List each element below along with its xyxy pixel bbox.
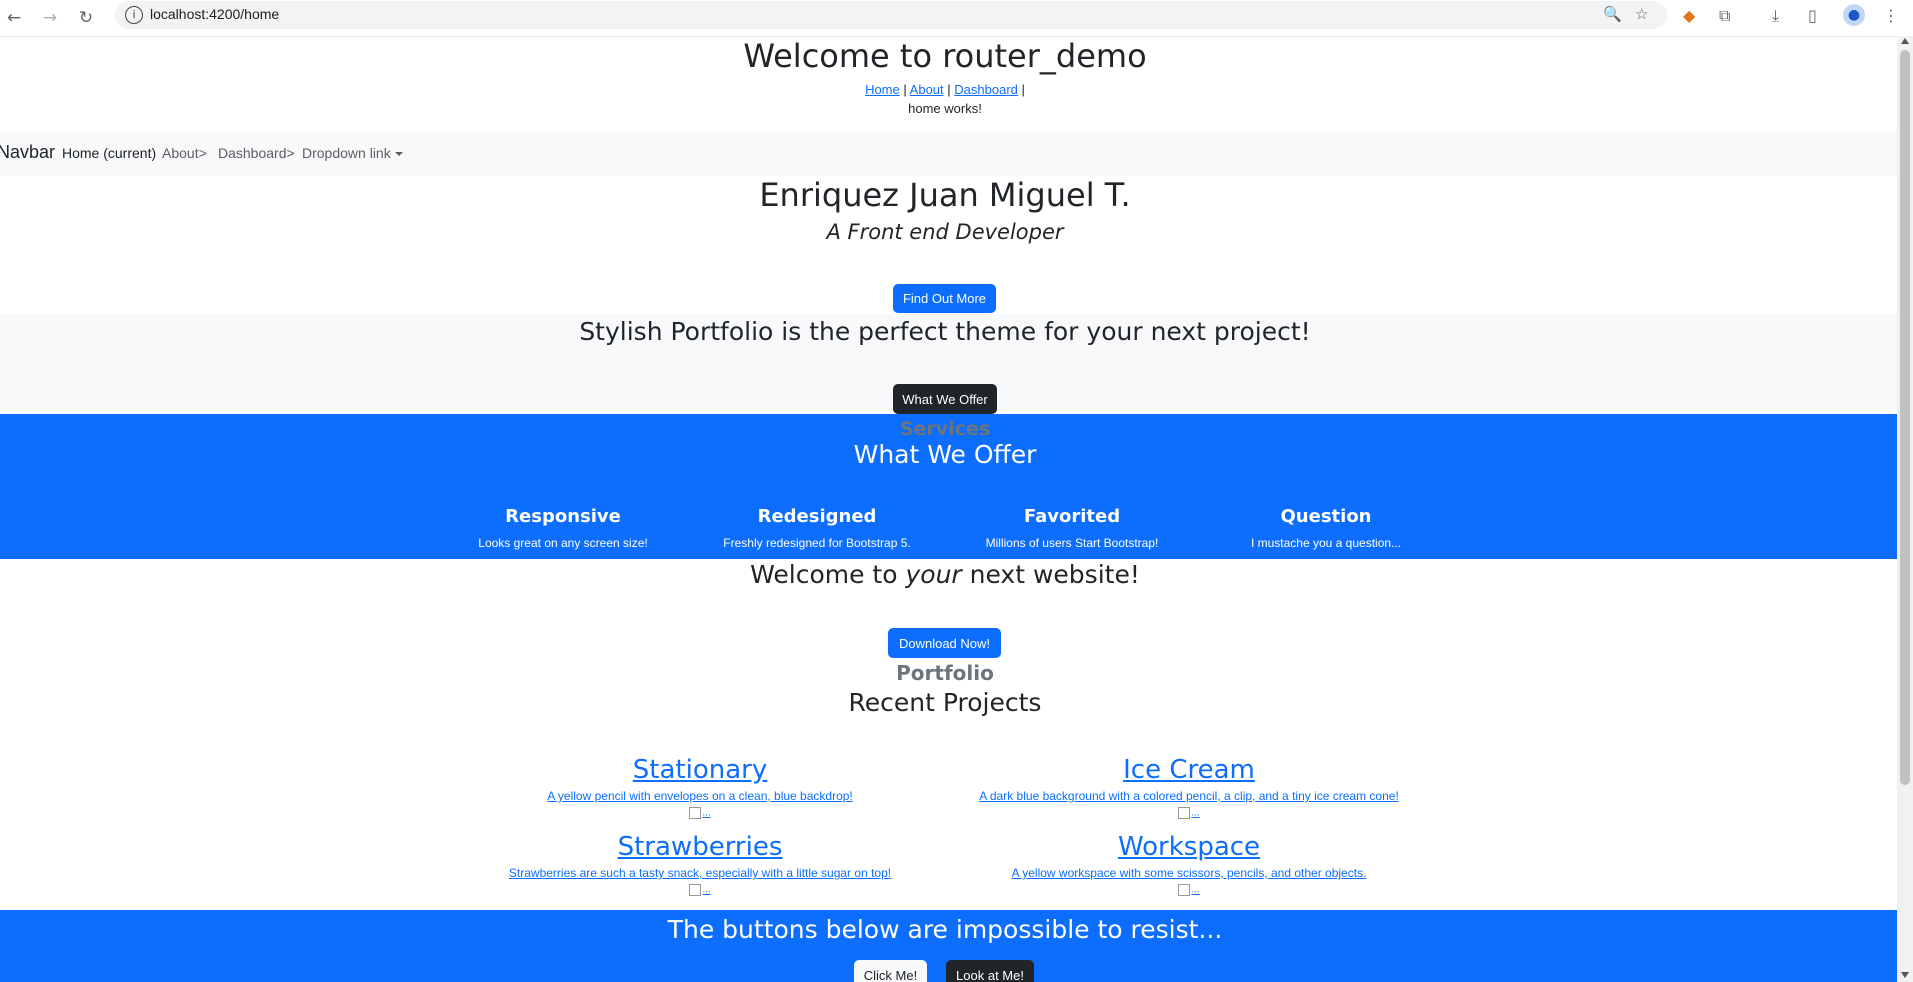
service-item: Favorited Millions of users Start Bootst… <box>952 506 1192 550</box>
route-output: home works! <box>908 101 982 116</box>
menu-icon[interactable]: ⋮ <box>1883 6 1899 25</box>
project-image[interactable]: ... <box>1178 807 1200 820</box>
service-title: Redesigned <box>757 506 877 527</box>
forward-icon[interactable]: → <box>36 4 64 32</box>
caret-down-icon <box>394 152 403 157</box>
services-kicker: Services <box>899 418 991 440</box>
cta-title: Welcome to your next website! <box>0 560 1890 589</box>
link-about[interactable]: About <box>910 82 944 97</box>
services-section: Services What We Offer Responsive Looks … <box>0 414 1897 559</box>
about-title: Stylish Portfolio is the perfect theme f… <box>579 317 1311 346</box>
cta-title-em: your <box>905 560 962 589</box>
service-text: Looks great on any screen size! <box>478 536 648 550</box>
project-image[interactable]: ... <box>689 884 711 897</box>
scroll-thumb[interactable] <box>1900 50 1910 785</box>
project-desc[interactable]: A yellow workspace with some scissors, p… <box>944 866 1434 880</box>
info-icon[interactable]: i <box>125 6 143 24</box>
project-image[interactable]: ... <box>1178 884 1200 897</box>
image-alt: ... <box>1191 885 1200 896</box>
project-desc[interactable]: A yellow pencil with envelopes on a clea… <box>455 789 945 803</box>
project-desc[interactable]: A dark blue background with a colored pe… <box>944 789 1434 803</box>
hero-name: Enriquez Juan Miguel T. <box>759 176 1131 214</box>
dropdown-label: Dropdown link <box>302 145 391 161</box>
service-item: Redesigned Freshly redesigned for Bootst… <box>697 506 937 550</box>
project-item: Strawberries Strawberries are such a tas… <box>455 832 945 898</box>
portfolio-kicker: Portfolio <box>896 661 994 685</box>
service-text: Millions of users Start Bootstrap! <box>985 536 1159 550</box>
project-title[interactable]: Workspace <box>944 832 1434 862</box>
find-out-more-button[interactable]: Find Out More <box>893 284 996 313</box>
broken-image-icon <box>689 807 702 820</box>
link-separator: | <box>947 82 951 97</box>
extensions-icon[interactable]: ⧉ <box>1719 6 1730 26</box>
service-item: Question I mustache you a question... <box>1206 506 1446 550</box>
project-item: Ice Cream A dark blue background with a … <box>944 755 1434 821</box>
cta-title-post: next website! <box>961 560 1140 589</box>
service-title: Question <box>1280 506 1372 527</box>
image-alt: ... <box>702 885 711 896</box>
project-title[interactable]: Strawberries <box>455 832 945 862</box>
what-we-offer-button[interactable]: What We Offer <box>893 384 997 414</box>
service-text: Freshly redesigned for Bootstrap 5. <box>723 536 911 550</box>
download-icon[interactable]: ⤓ <box>1772 6 1779 26</box>
project-image[interactable]: ... <box>689 807 711 820</box>
service-item: Responsive Looks great on any screen siz… <box>443 506 683 550</box>
navbar-brand[interactable]: Navbar <box>0 142 55 163</box>
nav-item-dropdown[interactable]: Dropdown link <box>302 145 403 161</box>
metamask-icon[interactable]: ◆ <box>1683 6 1695 25</box>
nav-item-dashboard[interactable]: Dashboard> <box>218 145 295 161</box>
star-icon[interactable]: ☆ <box>1635 5 1648 23</box>
image-alt: ... <box>1191 808 1200 819</box>
nav-item-home[interactable]: Home (current) <box>62 145 156 161</box>
project-item: Stationary A yellow pencil with envelope… <box>455 755 945 821</box>
project-title[interactable]: Stationary <box>455 755 945 785</box>
link-home[interactable]: Home <box>865 82 900 97</box>
scroll-up-icon[interactable] <box>1901 38 1909 44</box>
service-text: I mustache you a question... <box>1250 536 1402 550</box>
project-item: Workspace A yellow workspace with some s… <box>944 832 1434 898</box>
page-scrollbar[interactable] <box>1897 36 1913 982</box>
link-separator: | <box>903 82 907 97</box>
address-bar[interactable]: i localhost:4200/home 🔍 ☆ <box>115 1 1667 29</box>
click-me-button[interactable]: Click Me! <box>854 960 927 982</box>
service-title: Responsive <box>505 506 621 527</box>
cta-title-pre: Welcome to <box>750 560 906 589</box>
link-dashboard[interactable]: Dashboard <box>954 82 1018 97</box>
look-at-me-button[interactable]: Look at Me! <box>946 960 1034 982</box>
sidepanel-icon[interactable]: ▯ <box>1808 6 1817 25</box>
page-content: Welcome to router_demo Home | About | Da… <box>0 37 1897 982</box>
reload-icon[interactable]: ↻ <box>72 4 100 32</box>
navbar: Navbar Home (current) About> Dashboard> … <box>0 131 1897 176</box>
services-title: What We Offer <box>853 440 1037 469</box>
hero-subtitle: A Front end Developer <box>826 220 1064 244</box>
project-title[interactable]: Ice Cream <box>944 755 1434 785</box>
app-title: Welcome to router_demo <box>743 37 1147 75</box>
scroll-down-icon[interactable] <box>1901 972 1909 978</box>
call-to-action-title: The buttons below are impossible to resi… <box>667 915 1223 944</box>
portfolio-title: Recent Projects <box>848 688 1042 717</box>
app-links: Home | About | Dashboard | <box>0 82 1890 97</box>
link-separator: | <box>1021 82 1025 97</box>
broken-image-icon <box>1178 884 1191 897</box>
download-now-button[interactable]: Download Now! <box>888 628 1001 658</box>
url-text[interactable]: localhost:4200/home <box>150 6 279 22</box>
browser-toolbar: ← → ↻ i localhost:4200/home 🔍 ☆ ◆ ⧉ ⤓ ▯ … <box>0 0 1913 37</box>
call-to-action-section: The buttons below are impossible to resi… <box>0 910 1897 982</box>
image-alt: ... <box>702 808 711 819</box>
broken-image-icon <box>1178 807 1191 820</box>
back-icon[interactable]: ← <box>0 4 28 32</box>
nav-item-about[interactable]: About> <box>162 145 207 161</box>
project-desc[interactable]: Strawberries are such a tasty snack, esp… <box>455 866 945 880</box>
service-title: Favorited <box>1023 506 1121 527</box>
broken-image-icon <box>689 884 702 897</box>
zoom-icon[interactable]: 🔍 <box>1603 5 1622 23</box>
profile-icon[interactable]: ● <box>1843 4 1865 26</box>
